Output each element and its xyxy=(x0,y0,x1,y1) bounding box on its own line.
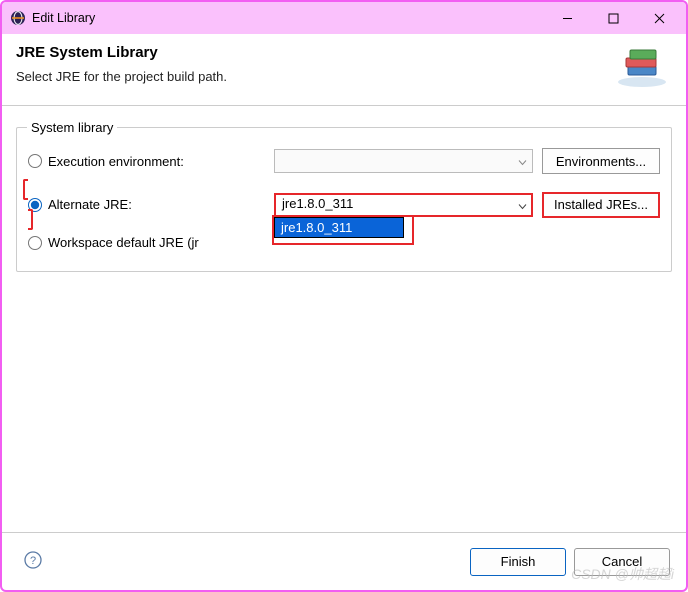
alternate-jre-dropdown[interactable]: jre1.8.0_311 xyxy=(274,217,404,238)
alternate-jre-radio[interactable]: Alternate JRE: xyxy=(28,197,269,212)
header-subtitle: Select JRE for the project build path. xyxy=(16,69,227,84)
close-button[interactable] xyxy=(636,3,682,33)
finish-button[interactable]: Finish xyxy=(470,548,566,576)
alternate-jre-radio-input[interactable] xyxy=(28,198,42,212)
system-library-group: System library Execution environment: xyxy=(16,120,672,272)
eclipse-icon xyxy=(10,10,26,26)
svg-text:?: ? xyxy=(30,555,36,567)
dialog-footer: ? Finish Cancel xyxy=(2,532,686,590)
execution-env-field[interactable] xyxy=(274,149,533,173)
dialog-header: JRE System Library Select JRE for the pr… xyxy=(2,34,686,106)
group-legend: System library xyxy=(27,120,117,135)
alternate-jre-label: Alternate JRE: xyxy=(48,197,132,212)
window-title: Edit Library xyxy=(32,11,544,25)
execution-env-radio[interactable]: Execution environment: xyxy=(28,154,269,169)
cancel-button[interactable]: Cancel xyxy=(574,548,670,576)
environments-button[interactable]: Environments... xyxy=(542,148,660,174)
minimize-button[interactable] xyxy=(544,3,590,33)
workspace-default-radio-input[interactable] xyxy=(28,236,42,250)
installed-jres-button[interactable]: Installed JREs... xyxy=(542,192,660,218)
alternate-jre-field[interactable]: jre1.8.0_311 xyxy=(274,193,533,217)
dropdown-item[interactable]: jre1.8.0_311 xyxy=(275,218,403,237)
dialog-content: System library Execution environment: xyxy=(2,106,686,532)
dialog-window: Edit Library JRE System Library Select J… xyxy=(0,0,688,592)
execution-env-radio-input[interactable] xyxy=(28,154,42,168)
maximize-button[interactable] xyxy=(590,3,636,33)
window-buttons xyxy=(544,3,682,33)
library-icon xyxy=(612,44,672,93)
alternate-jre-combo[interactable]: jre1.8.0_311 jre1.8.0_311 xyxy=(274,193,533,217)
title-bar[interactable]: Edit Library xyxy=(2,2,686,34)
execution-env-label: Execution environment: xyxy=(48,154,184,169)
workspace-default-label: Workspace default JRE (jr xyxy=(48,235,199,250)
help-button[interactable]: ? xyxy=(18,550,42,574)
help-icon: ? xyxy=(24,551,42,569)
header-title: JRE System Library xyxy=(16,44,227,61)
execution-env-combo[interactable] xyxy=(274,149,533,173)
